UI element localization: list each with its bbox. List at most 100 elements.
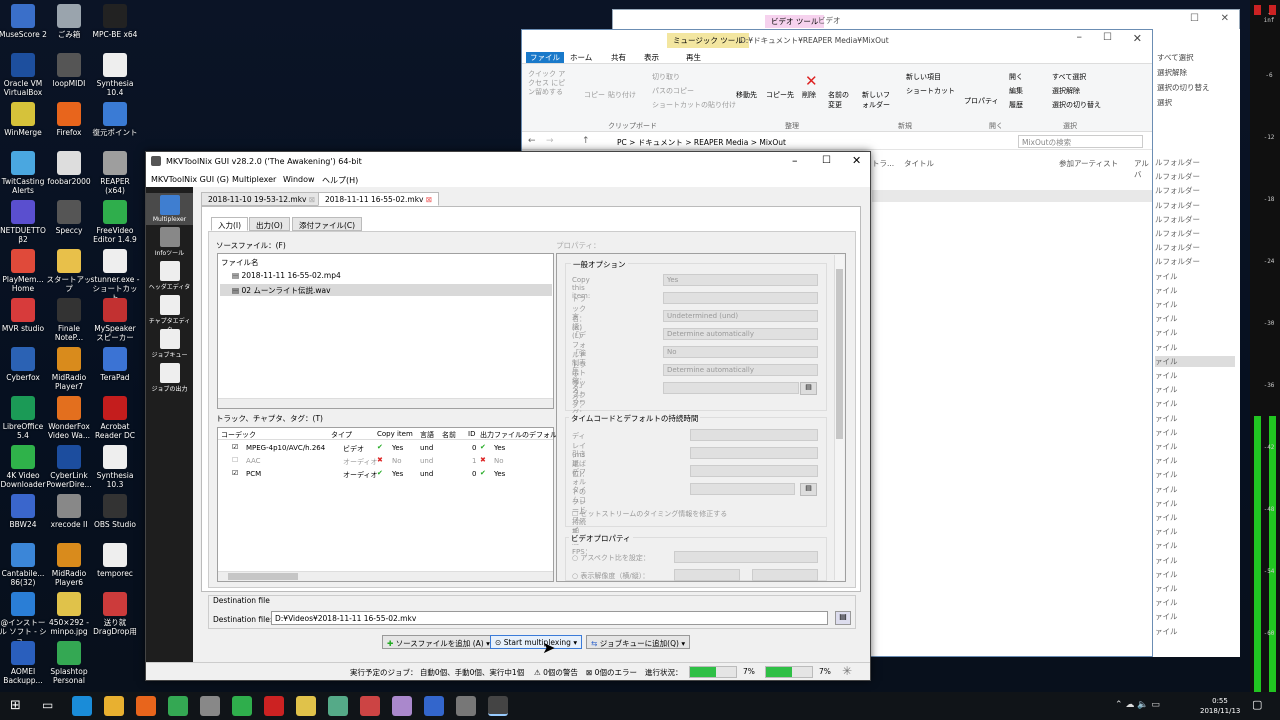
right-list-item[interactable]: ルフォルダー [1155,200,1235,211]
right-list-item[interactable]: ァイル [1155,555,1235,566]
right-ribbon-item[interactable]: 選択 [1157,97,1172,108]
right-list-item[interactable]: ァイル [1155,626,1235,637]
back-icon[interactable]: ← [528,136,536,146]
right-list-item[interactable]: ァイル [1155,413,1235,424]
file-item-1[interactable]: ▤ 2018-11-11 16-55-02.mp4 [232,271,341,280]
desktop-icon[interactable]: loopMIDI [44,53,94,88]
right-list-item[interactable]: ァイル [1155,342,1235,353]
right-list-item[interactable]: ァイル [1155,427,1235,438]
close-icon[interactable]: ✕ [852,154,861,167]
up-icon[interactable]: ↑ [582,136,590,146]
aspect-ratio-select[interactable] [674,551,818,563]
desktop-icon[interactable]: Acrobat Reader DC [90,396,140,440]
track-row[interactable]: ☑ MPEG-4p10/AVC/h.264 ビデオ ✔ Yes und 0 ✔ Yes [218,442,553,455]
start-icon[interactable]: ⊞ [10,698,21,713]
taskbar-app-icon[interactable] [392,696,412,716]
desktop-icon[interactable]: MuseScore 2 [0,4,48,39]
file-name-header[interactable]: ファイル名 [221,257,259,268]
taskbar-app-icon[interactable] [296,696,316,716]
scroll-thumb[interactable] [836,269,843,439]
horizontal-scrollbar[interactable] [218,571,553,581]
right-ribbon-item[interactable]: 選択解除 [1157,67,1187,78]
desktop-icon[interactable]: 復元ポイント [90,102,140,137]
desktop-icon[interactable]: ごみ箱 [44,4,94,39]
right-list-item[interactable]: ルフォルダー [1155,171,1235,182]
display-resolution-radio[interactable]: ○ 表示解像度（横/縦）： [572,571,649,581]
track-column-header[interactable]: タイプ [331,430,352,440]
paste-shortcut-button[interactable]: ショートカットの貼り付け [652,100,736,110]
desktop-icon[interactable]: Cyberfox [0,347,48,382]
taskbar-app-icon[interactable] [424,696,444,716]
right-list-item[interactable]: ルフォルダー [1155,185,1235,196]
minimize-icon[interactable]: – [792,154,798,167]
track-row[interactable]: ☐ AAC オーディオ ✖ No und 1 ✖ No [218,455,553,468]
desktop-icon[interactable]: TwitCasting Alerts [0,151,48,195]
minimize-icon[interactable]: – [1077,30,1083,43]
taskbar-app-icon[interactable] [168,696,188,716]
maximize-icon[interactable]: ☐ [1190,13,1199,24]
sidebar-item[interactable]: Multiplexer [146,193,193,225]
track-column-header[interactable]: コーデック [221,430,256,440]
maximize-icon[interactable]: ☐ [1103,32,1112,43]
tab-input[interactable]: 入力(I) [211,217,249,231]
right-list-item[interactable]: ルフォルダー [1155,157,1235,168]
desktop-icon[interactable]: WonderFox Video Wa... [44,396,94,440]
desktop-icon[interactable]: MySpeaker スピーカー [90,298,140,342]
open-button[interactable]: 開く [1009,72,1023,82]
column-album[interactable]: アルバ [1134,158,1152,180]
track-column-header[interactable]: 言語 [420,430,434,440]
tray-icons[interactable]: ⌃ ☁ 🔈 ▭ [1115,700,1160,710]
taskbar-app-icon[interactable] [328,696,348,716]
track-checkbox[interactable]: ☐ [232,456,238,464]
move-to-button[interactable]: 移動先 [736,90,757,100]
right-list-item[interactable]: ァイル [1155,526,1235,537]
track-column-header[interactable]: 出力ファイルのデフォルト [480,430,564,440]
general-option-field[interactable]: Determine automatically [663,328,818,340]
right-ribbon-item[interactable]: 選択の切り替え [1157,82,1210,93]
timecode-browse-icon[interactable]: ▤ [800,483,817,496]
track-row[interactable]: ☑ PCM オーディオ ✔ Yes und 0 ✔ Yes [218,468,553,481]
taskbar-app-icon[interactable] [136,696,156,716]
timecode-field[interactable] [690,483,795,495]
right-list-item[interactable]: ァイル [1155,384,1235,395]
column-track[interactable]: トラ... [872,158,894,169]
right-list-item[interactable]: ァイル [1155,299,1235,310]
sidebar-item[interactable]: Infoツール [146,227,193,257]
source-files-list[interactable]: ファイル名 ▤ 2018-11-11 16-55-02.mp4 ▤ 02 ムーン… [217,253,554,409]
new-folder-button[interactable]: 新しいフォルダー [862,90,892,110]
taskbar-app-icon[interactable] [488,696,508,716]
timecode-field[interactable] [690,429,818,441]
right-list-item[interactable]: ァイル [1155,441,1235,452]
forward-icon[interactable]: → [546,136,554,146]
desktop-icon[interactable]: NETDUETTO β2 [0,200,48,244]
general-option-field[interactable]: Undetermined (und) [663,310,818,322]
new-item-button[interactable]: 新しい項目 [906,72,941,82]
general-option-field[interactable] [663,292,818,304]
taskbar-app-icon[interactable] [232,696,252,716]
desktop-icon[interactable]: xrecode II [44,494,94,529]
general-option-field[interactable]: No [663,346,818,358]
close-tab-icon[interactable]: ⊠ [426,195,432,204]
file-item-2[interactable]: ▤ 02 ムーンライト伝説.wav [232,285,331,296]
status-warnings[interactable]: ⚠ 0個の警告 [534,667,578,678]
tab-output[interactable]: 出力(O) [249,217,290,231]
close-tab-icon[interactable]: ⊠ [309,195,315,204]
desktop-icon[interactable]: MidRadio Player7 [44,347,94,391]
tab-attachments[interactable]: 添付ファイル(C) [292,217,363,231]
desktop-icon[interactable]: WinMerge [0,102,48,137]
close-icon[interactable]: ✕ [1221,13,1229,24]
selected-row[interactable] [872,190,1152,202]
notification-icon[interactable]: ▢ [1252,698,1262,711]
taskbar-app-icon[interactable] [200,696,220,716]
right-list-item[interactable]: ァイル [1155,271,1235,282]
track-column-header[interactable]: ID [468,430,475,438]
vertical-scrollbar[interactable] [834,255,844,580]
desktop-icon[interactable]: 450×292 - minpo.jpg [44,592,94,636]
right-list-item[interactable]: ァイル [1155,540,1235,551]
timecode-field[interactable] [690,465,818,477]
delete-button[interactable]: 削除 [802,90,816,100]
desktop-icon[interactable]: 送り就 DragDrop用 [90,592,140,636]
desktop-icon[interactable]: Firefox [44,102,94,137]
track-column-header[interactable]: 名前 [442,430,456,440]
track-checkbox[interactable]: ☑ [232,469,238,477]
